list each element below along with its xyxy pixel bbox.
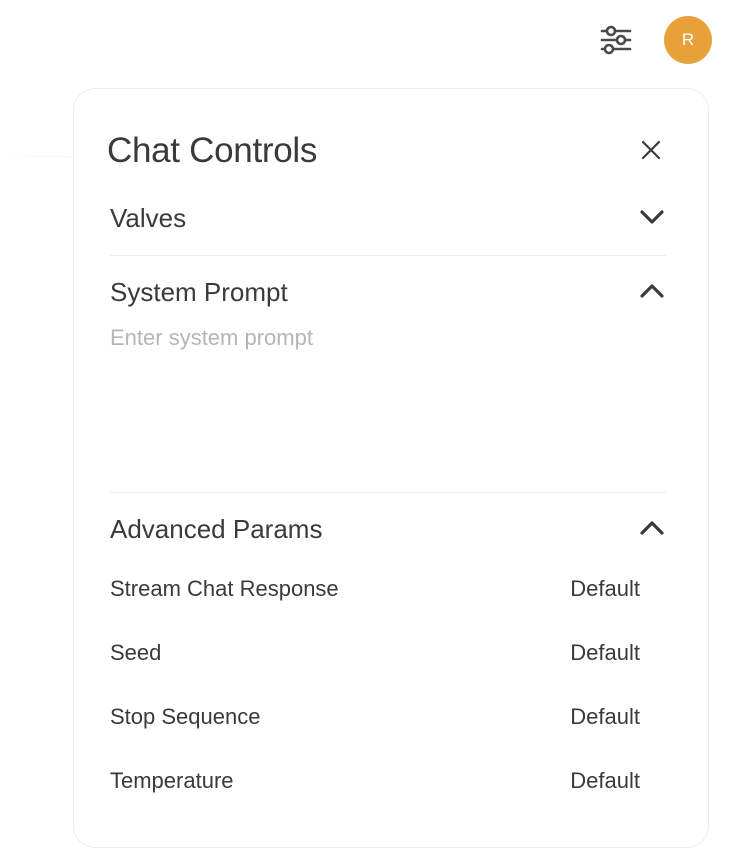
system-prompt-input[interactable] xyxy=(110,323,662,463)
divider xyxy=(110,492,666,493)
chevron-up-icon xyxy=(638,514,666,542)
param-label: Temperature xyxy=(110,768,234,793)
advanced-params-label: Advanced Params xyxy=(110,514,323,544)
param-row-temperature: Temperature Default xyxy=(110,763,640,799)
param-row-stop-sequence: Stop Sequence Default xyxy=(110,699,640,735)
avatar-initial: R xyxy=(681,30,695,49)
param-row-stream-chat-response: Stream Chat Response Default xyxy=(110,571,640,607)
valves-section-toggle[interactable]: Valves xyxy=(110,197,666,237)
system-prompt-section-toggle[interactable]: System Prompt xyxy=(110,271,666,311)
chat-controls-panel: Chat Controls Valves System Prompt Advan… xyxy=(73,88,709,848)
divider xyxy=(110,255,666,256)
divider xyxy=(0,156,80,157)
param-row-seed: Seed Default xyxy=(110,635,640,671)
advanced-params-section-toggle[interactable]: Advanced Params xyxy=(110,508,666,548)
avatar[interactable]: R xyxy=(664,16,712,64)
system-prompt-label: System Prompt xyxy=(110,277,288,307)
param-value-button[interactable]: Default xyxy=(570,763,640,799)
sliders-icon[interactable] xyxy=(596,22,636,58)
param-label: Stop Sequence xyxy=(110,704,261,729)
param-label: Stream Chat Response xyxy=(110,576,339,601)
param-label: Seed xyxy=(110,640,162,665)
valves-label: Valves xyxy=(110,203,187,233)
param-value-button[interactable]: Default xyxy=(570,571,640,607)
panel-title: Chat Controls xyxy=(107,131,318,170)
chevron-down-icon xyxy=(638,203,666,231)
chevron-up-icon xyxy=(638,277,666,305)
top-bar: R xyxy=(0,0,742,80)
close-button[interactable] xyxy=(636,135,666,165)
param-value-button[interactable]: Default xyxy=(570,699,640,735)
param-value-button[interactable]: Default xyxy=(570,635,640,671)
close-icon xyxy=(641,140,661,160)
